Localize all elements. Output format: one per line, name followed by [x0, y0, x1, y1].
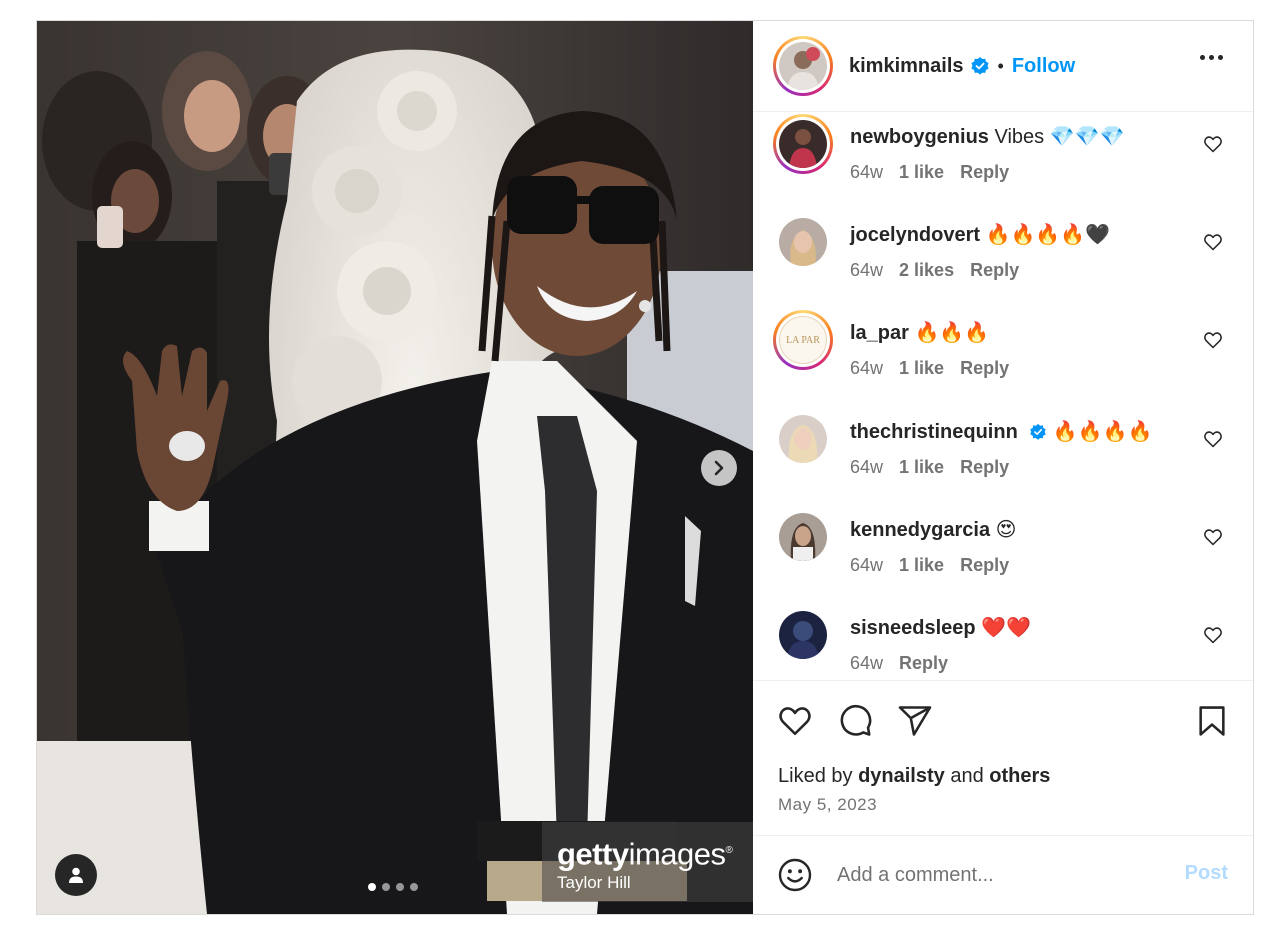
commenter-story-ring[interactable]: LA PAR: [773, 310, 833, 370]
comment-input[interactable]: [837, 863, 1137, 887]
commenter-avatar[interactable]: [779, 415, 827, 463]
comment-text: 🔥🔥🔥: [914, 322, 990, 344]
header-separator: •: [997, 55, 1004, 76]
comment-time[interactable]: 64w: [850, 358, 883, 378]
chevron-right-icon: [714, 460, 724, 476]
comment-username[interactable]: thechristinequinn: [850, 421, 1018, 443]
comment-heart-icon[interactable]: [1203, 330, 1223, 350]
comment-reply-button[interactable]: Reply: [960, 162, 1009, 182]
comment-like-count[interactable]: 1 like: [899, 555, 944, 575]
heart-icon[interactable]: [777, 703, 813, 739]
comment-reply-button[interactable]: Reply: [960, 457, 1009, 477]
comment-like-count[interactable]: 1 like: [899, 358, 944, 378]
comment-reply-button[interactable]: Reply: [899, 653, 948, 673]
getty-logo-light: images: [628, 836, 726, 872]
comment-reply-button[interactable]: Reply: [960, 358, 1009, 378]
getty-logo-bold: getty: [557, 836, 629, 872]
next-media-button[interactable]: [701, 450, 737, 486]
getty-logo: gettyimages®: [557, 834, 753, 871]
getty-watermark: gettyimages® Taylor Hill: [542, 822, 753, 902]
comment-item: jocelyndovert 🔥🔥🔥🔥🖤 64w 2 likes Reply: [773, 212, 1233, 310]
comment-item: LA PAR la_par 🔥🔥🔥 64w 1 like Reply: [773, 310, 1233, 408]
carousel-dot: [410, 883, 418, 891]
commenter-avatar[interactable]: [779, 611, 827, 659]
getty-registered-mark: ®: [725, 845, 733, 856]
user-tag-icon: [69, 867, 83, 883]
comments-list[interactable]: newboygenius Vibes 💎💎💎 64w 1 like Reply jo…: [753, 112, 1253, 681]
post-footer: Liked by dynailsty and others May 5, 202…: [753, 681, 1253, 836]
commenter-avatar[interactable]: [779, 513, 827, 561]
comment-item: sisneedsleep ❤️❤️ 64w Reply: [773, 605, 1233, 680]
add-comment-bar: Post: [753, 836, 1253, 914]
comment-username[interactable]: sisneedsleep: [850, 617, 976, 639]
tagged-users-button[interactable]: [55, 854, 97, 896]
carousel-dot: [396, 883, 404, 891]
follow-button[interactable]: Follow: [1012, 55, 1075, 78]
post-date[interactable]: May 5, 2023: [778, 795, 877, 815]
comment-like-count[interactable]: 1 like: [899, 457, 944, 477]
commenter-avatar: [779, 120, 827, 168]
comment-username[interactable]: newboygenius: [850, 126, 989, 148]
post-dialog: gettyimages® Taylor Hill kimkimnails • F…: [36, 20, 1254, 915]
carousel-dot: [382, 883, 390, 891]
post-photo: [37, 21, 753, 914]
comment-username[interactable]: jocelyndovert: [850, 224, 980, 246]
comment-heart-icon[interactable]: [1203, 429, 1223, 449]
comment-time[interactable]: 64w: [850, 653, 883, 673]
commenter-avatar[interactable]: [779, 218, 827, 266]
post-media[interactable]: gettyimages® Taylor Hill: [37, 21, 753, 914]
comment-item: thechristinequinn 🔥🔥🔥🔥 64w 1 like Reply: [773, 409, 1233, 507]
carousel-indicator: [368, 883, 418, 891]
share-icon[interactable]: [897, 703, 933, 739]
verified-badge-icon: [1029, 423, 1047, 441]
author-story-ring[interactable]: [773, 36, 833, 96]
comment-reply-button[interactable]: Reply: [960, 555, 1009, 575]
verified-badge-icon: [970, 56, 990, 76]
likes-conjunction: and: [950, 765, 984, 787]
commenter-story-ring[interactable]: [773, 114, 833, 174]
liked-by-others-link[interactable]: others: [989, 765, 1050, 787]
liked-by-user-link[interactable]: dynailsty: [858, 765, 945, 787]
post-comment-button[interactable]: Post: [1185, 862, 1228, 885]
comment-heart-icon[interactable]: [1203, 134, 1223, 154]
commenter-avatar: LA PAR: [779, 316, 827, 364]
likes-prefix: Liked by: [778, 765, 853, 787]
comment-heart-icon[interactable]: [1203, 625, 1223, 645]
emoji-icon[interactable]: [777, 857, 813, 893]
comment-icon[interactable]: [837, 703, 873, 739]
comment-time[interactable]: 64w: [850, 457, 883, 477]
author-username[interactable]: kimkimnails: [849, 55, 964, 78]
comment-time[interactable]: 64w: [850, 555, 883, 575]
comment-time[interactable]: 64w: [850, 260, 883, 280]
bookmark-icon[interactable]: [1195, 703, 1229, 739]
carousel-dot: [368, 883, 376, 891]
comment-time[interactable]: 64w: [850, 162, 883, 182]
comment-text: 🔥🔥🔥🔥: [1052, 421, 1153, 443]
post-header: kimkimnails • Follow: [753, 21, 1253, 112]
comment-heart-icon[interactable]: [1203, 527, 1223, 547]
author-avatar: [779, 42, 827, 90]
comment-item: newboygenius Vibes 💎💎💎 64w 1 like Reply: [773, 114, 1233, 212]
comment-text: ❤️❤️: [981, 617, 1031, 639]
comment-username[interactable]: la_par: [850, 322, 909, 344]
comment-item: kennedygarcia 😍 64w 1 like Reply: [773, 507, 1233, 605]
post-side-panel: kimkimnails • Follow newboygenius Vibes …: [753, 21, 1253, 914]
likes-summary: Liked by dynailsty and others: [778, 765, 1050, 788]
photographer-credit: Taylor Hill: [557, 873, 631, 893]
comment-text: 🔥🔥🔥🔥🖤: [985, 224, 1111, 246]
comment-text: Vibes 💎💎💎: [994, 126, 1125, 148]
comment-text: 😍: [995, 519, 1017, 541]
comment-heart-icon[interactable]: [1203, 232, 1223, 252]
comment-reply-button[interactable]: Reply: [970, 260, 1019, 280]
more-options-icon[interactable]: [1200, 55, 1223, 60]
comment-like-count[interactable]: 1 like: [899, 162, 944, 182]
comment-username[interactable]: kennedygarcia: [850, 519, 990, 541]
commenter-avatar-text: LA PAR: [786, 334, 820, 346]
comment-like-count[interactable]: 2 likes: [899, 260, 954, 280]
